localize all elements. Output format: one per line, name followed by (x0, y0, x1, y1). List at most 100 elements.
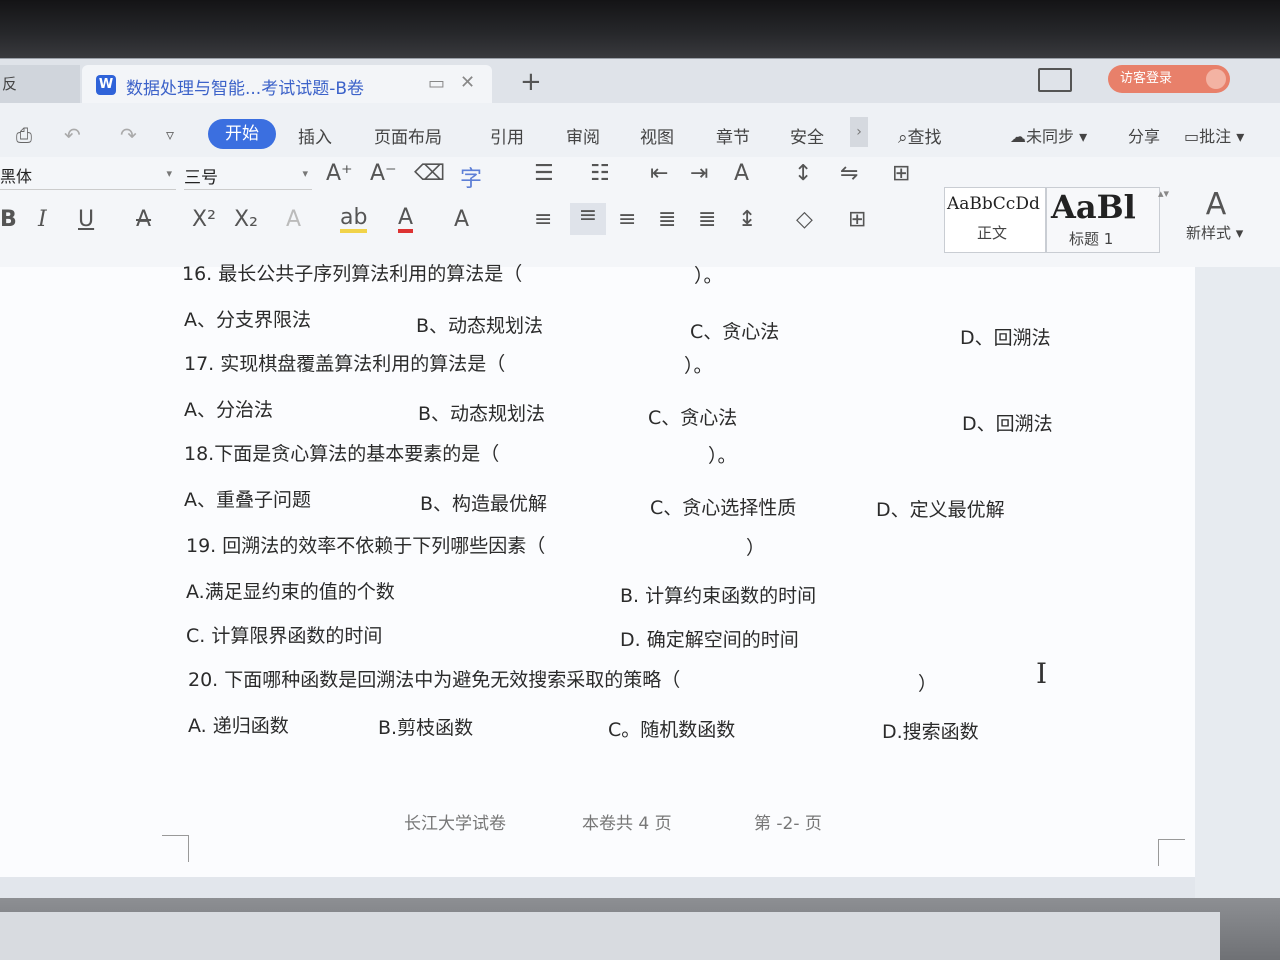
border-icon[interactable]: ⊞ (848, 207, 866, 232)
menu-references[interactable]: 引用 (490, 123, 524, 148)
style-normal[interactable]: AaBbCcDd 正文 (944, 187, 1046, 253)
menu-review[interactable]: 审阅 (566, 123, 600, 148)
table-insert-icon[interactable]: ⊞ (892, 161, 910, 186)
bold-icon[interactable]: B (0, 207, 17, 232)
menu-chapter[interactable]: 章节 (716, 123, 750, 148)
menu-bar: ⎙ ↶ ↷ ▿ 开始 插入 页面布局 引用 审阅 视图 章节 安全 › ⌕查找 … (0, 103, 1280, 157)
italic-icon[interactable]: I (38, 207, 47, 232)
close-icon[interactable]: ✕ (460, 72, 475, 93)
font-color-icon[interactable]: A (398, 207, 414, 233)
redo-icon[interactable]: ↷ (120, 123, 137, 147)
sort-icon[interactable]: ↕ (794, 161, 812, 186)
margin-mark-left (162, 835, 189, 862)
new-style-icon: A (1205, 187, 1227, 222)
option-20b: B.剪枝函数 (378, 717, 474, 739)
login-button-label: 访客登录 (1120, 71, 1173, 86)
style-heading-1[interactable]: AaBl 标题 1 (1046, 187, 1160, 253)
text-effect-icon[interactable]: A (286, 207, 301, 232)
search-button[interactable]: ⌕查找 (898, 123, 942, 148)
cloud-icon: ☁ (1010, 127, 1026, 146)
font-family-select[interactable]: 黑体 ▾ (0, 163, 176, 190)
shrink-font-icon[interactable]: A⁻ (370, 161, 397, 186)
login-button[interactable]: 访客登录 (1108, 65, 1230, 93)
clear-format-icon[interactable]: ⌫ (414, 161, 445, 186)
footer-page-number: 第 -2- 页 (754, 814, 822, 834)
chevron-down-icon: ▾ (302, 167, 308, 180)
font-family-value: 黑体 (0, 167, 33, 186)
shading-fill-icon[interactable]: ◇ (796, 207, 813, 232)
char-shading-icon[interactable]: A (454, 207, 469, 232)
option-17b: B、动态规划法 (418, 403, 546, 425)
sync-label: 未同步 (1026, 127, 1075, 146)
quick-access-dropdown-icon[interactable]: ▿ (166, 125, 174, 144)
option-17d: D、回溯法 (962, 413, 1053, 435)
new-tab-button[interactable]: + (520, 67, 542, 97)
option-16c: C、贪心法 (690, 321, 780, 343)
ribbon-toolbar: 黑体 ▾ 三号 ▾ A⁺ A⁻ ⌫ 字 B I U A X² X₂ A ab A… (0, 157, 1280, 268)
subscript-icon[interactable]: X₂ (234, 207, 258, 232)
footer-total-pages: 本卷共 4 页 (582, 814, 672, 834)
decrease-indent-icon[interactable]: ⇤ (650, 161, 668, 186)
numbered-list-icon[interactable]: ☷ (590, 161, 610, 186)
menu-home[interactable]: 开始 (208, 119, 276, 149)
wps-writer-icon: W (96, 75, 116, 95)
tab-home[interactable]: 反 (0, 65, 80, 103)
option-16d: D、回溯法 (960, 327, 1051, 349)
tab-home-label: 反 (2, 75, 18, 93)
justify-icon[interactable]: ≣ (658, 207, 676, 232)
window-layout-icon[interactable] (1038, 68, 1072, 92)
avatar-icon (1206, 69, 1226, 89)
show-marks-icon[interactable]: ⇋ (840, 161, 858, 186)
question-19-close: ） (746, 537, 766, 559)
menu-view[interactable]: 视图 (640, 123, 674, 148)
share-button[interactable]: 分享 (1128, 123, 1160, 147)
question-16-close: ）。 (694, 265, 723, 287)
tab-bar: 反 W 数据处理与智能...考试试题-B卷 ▭ ✕ + 访客登录 (0, 59, 1280, 103)
align-left-icon[interactable]: ≡ (534, 207, 552, 232)
question-17: 17. 实现棋盘覆盖算法利用的算法是（ (184, 353, 506, 375)
document-area: 16. 最长公共子序列算法利用的算法是（ ）。 A、分支界限法 B、动态规划法 … (0, 263, 1280, 899)
document-page[interactable]: 16. 最长公共子序列算法利用的算法是（ ）。 A、分支界限法 B、动态规划法 … (0, 263, 1195, 877)
pin-icon[interactable]: ▭ (428, 73, 445, 94)
distribute-icon[interactable]: ≣ (698, 207, 716, 232)
screen-bezel-top (0, 0, 1280, 60)
new-style-button[interactable]: A 新样式 ▾ (1186, 187, 1266, 243)
underline-icon[interactable]: U (78, 207, 94, 232)
phonetic-guide-icon[interactable]: 字 (460, 161, 482, 193)
sync-button[interactable]: ☁未同步 ▾ (1010, 123, 1087, 147)
question-18-close: ）。 (708, 445, 737, 467)
option-19a: A.满足显约束的值的个数 (186, 581, 395, 603)
menu-insert[interactable]: 插入 (298, 123, 332, 148)
line-spacing-icon[interactable]: ↨ (738, 207, 756, 232)
margin-mark-right (1158, 839, 1185, 866)
tab-document[interactable]: W 数据处理与智能...考试试题-B卷 ▭ ✕ (82, 65, 492, 103)
option-20d: D.搜索函数 (882, 721, 979, 743)
menu-security[interactable]: 安全 (790, 123, 824, 148)
undo-icon[interactable]: ↶ (64, 123, 81, 147)
option-18b: B、构造最优解 (420, 493, 548, 515)
option-20a: A. 递归函数 (188, 715, 289, 737)
style-normal-sample: AaBbCcDd (947, 194, 1040, 214)
search-icon: ⌕ (898, 128, 908, 148)
bullet-list-icon[interactable]: ☰ (534, 161, 554, 186)
strikethrough-icon[interactable]: A (136, 207, 151, 232)
option-19c: C. 计算限界函数的时间 (186, 625, 383, 647)
menu-scroll-right[interactable]: › (850, 117, 868, 147)
option-18c: C、贪心选择性质 (650, 497, 797, 519)
menu-page-layout[interactable]: 页面布局 (374, 123, 442, 148)
comment-button[interactable]: ▭批注 ▾ (1184, 123, 1244, 147)
grow-font-icon[interactable]: A⁺ (326, 161, 353, 186)
style-scroll-icon[interactable]: ▴▾ (1158, 187, 1169, 200)
align-center-icon[interactable]: ≡ (570, 203, 606, 235)
footer-school: 长江大学试卷 (404, 814, 506, 834)
chinese-layout-icon[interactable]: A (734, 161, 749, 186)
print-preview-icon[interactable]: ⎙ (16, 123, 32, 147)
superscript-icon[interactable]: X² (192, 207, 216, 232)
right-scroll-area[interactable] (1195, 267, 1280, 899)
highlight-icon[interactable]: ab (340, 207, 368, 233)
mouse-cursor-ibeam-icon: I (1036, 657, 1048, 690)
font-size-select[interactable]: 三号 ▾ (184, 163, 312, 190)
align-right-icon[interactable]: ≡ (618, 207, 636, 232)
increase-indent-icon[interactable]: ⇥ (690, 161, 708, 186)
screen-bottom (0, 898, 1280, 960)
